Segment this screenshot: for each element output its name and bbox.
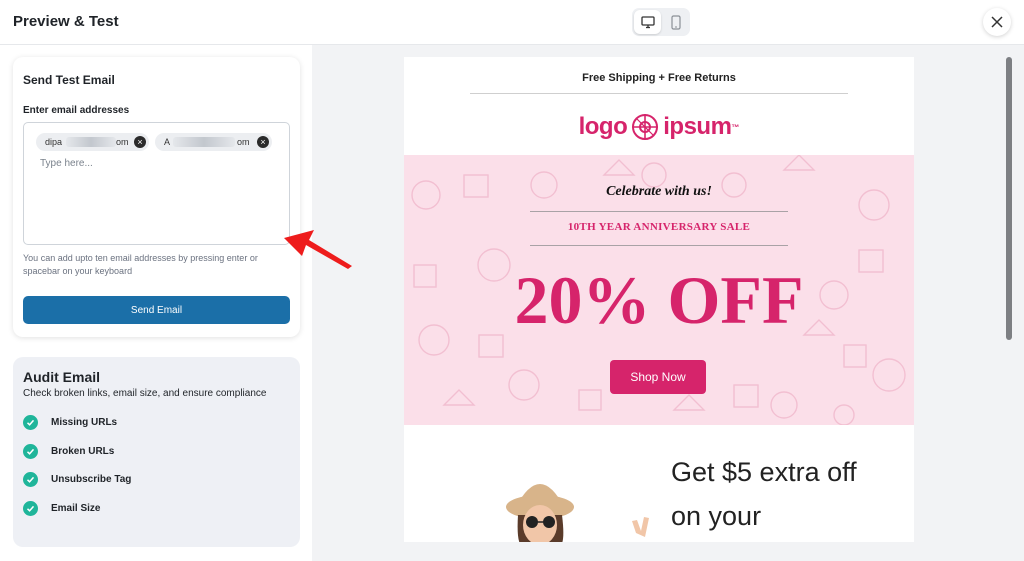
divider bbox=[530, 211, 788, 212]
close-button[interactable] bbox=[983, 8, 1011, 36]
email-chip-suffix: om bbox=[237, 137, 250, 147]
audit-item-label: Email Size bbox=[51, 502, 101, 514]
audit-title: Audit Email bbox=[23, 369, 101, 385]
email-hint-text: You can add upto ten email addresses by … bbox=[23, 253, 258, 276]
preview-area: Free Shipping + Free Returns logo ipsum … bbox=[312, 45, 1024, 561]
send-test-email-card: Send Test Email Enter email addresses di… bbox=[13, 57, 300, 337]
promo-heading: Get $5 extra off on your bbox=[671, 450, 901, 538]
email-preview: Free Shipping + Free Returns logo ipsum … bbox=[404, 57, 914, 542]
redacted-text bbox=[66, 137, 116, 147]
desktop-view-button[interactable] bbox=[634, 10, 661, 34]
send-email-button[interactable]: Send Email bbox=[23, 296, 290, 324]
promo-line-2: on your bbox=[671, 501, 762, 531]
divider bbox=[530, 245, 788, 246]
check-icon bbox=[23, 471, 38, 487]
email-addresses-input[interactable]: dipa om × A om × Type here... bbox=[23, 122, 290, 245]
check-icon bbox=[23, 443, 38, 459]
audit-email-card: Audit Email Check broken links, email si… bbox=[13, 357, 300, 547]
check-icon bbox=[23, 500, 38, 516]
audit-item-label: Unsubscribe Tag bbox=[51, 473, 132, 485]
remove-chip-icon[interactable]: × bbox=[257, 136, 269, 148]
email-chip: A om × bbox=[155, 133, 272, 151]
email-chip-prefix: dipa bbox=[45, 137, 63, 147]
audit-item: Email Size bbox=[23, 500, 100, 516]
logo-trademark: ™ bbox=[731, 122, 740, 132]
logo-text-right: ipsum bbox=[663, 113, 732, 140]
promo-line-1: Get $5 extra off bbox=[671, 457, 857, 487]
mobile-view-button[interactable] bbox=[662, 10, 689, 34]
page-title: Preview & Test bbox=[13, 13, 119, 30]
audit-item: Broken URLs bbox=[23, 443, 114, 459]
woman-with-hat-image bbox=[506, 484, 649, 542]
email-input-placeholder[interactable]: Type here... bbox=[40, 158, 93, 169]
email-chip-prefix: A bbox=[164, 137, 171, 147]
preview-header: Preview & Test bbox=[0, 0, 1024, 45]
redacted-text bbox=[173, 137, 235, 147]
check-icon bbox=[23, 414, 38, 430]
email-chip: dipa om × bbox=[36, 133, 149, 151]
monitor-icon bbox=[640, 15, 655, 28]
annotation-arrow-icon bbox=[284, 230, 352, 269]
email-chip-suffix: om bbox=[116, 137, 129, 147]
audit-item-label: Missing URLs bbox=[51, 416, 118, 428]
shop-now-button[interactable]: Shop Now bbox=[610, 360, 706, 394]
preview-scrollbar[interactable] bbox=[1006, 57, 1012, 542]
close-icon bbox=[991, 16, 1003, 28]
send-test-title: Send Test Email bbox=[23, 73, 115, 87]
brand-logo: logo ipsum ™ bbox=[404, 110, 914, 144]
hero-discount-text: 20% OFF bbox=[514, 262, 804, 338]
smartphone-icon bbox=[670, 14, 681, 30]
divider bbox=[470, 93, 848, 94]
left-panel: Send Test Email Enter email addresses di… bbox=[0, 45, 312, 561]
audit-subtitle: Check broken links, email size, and ensu… bbox=[23, 388, 267, 399]
remove-chip-icon[interactable]: × bbox=[134, 136, 146, 148]
email-addresses-label: Enter email addresses bbox=[23, 105, 130, 116]
hero-anniversary-text: 10TH YEAR ANNIVERSARY SALE bbox=[567, 221, 751, 233]
audit-item: Missing URLs bbox=[23, 414, 117, 430]
hero-celebrate-text: Celebrate with us! bbox=[606, 184, 712, 199]
device-toggle bbox=[632, 8, 690, 36]
logo-globe-icon bbox=[632, 114, 659, 140]
sale-hero-banner: Celebrate with us! 10TH YEAR ANNIVERSARY… bbox=[404, 155, 914, 425]
audit-item-label: Broken URLs bbox=[51, 445, 115, 457]
scrollbar-thumb[interactable] bbox=[1006, 57, 1012, 340]
audit-item: Unsubscribe Tag bbox=[23, 471, 131, 487]
logo-text-left: logo bbox=[578, 113, 628, 140]
shipping-banner: Free Shipping + Free Returns bbox=[582, 72, 736, 84]
